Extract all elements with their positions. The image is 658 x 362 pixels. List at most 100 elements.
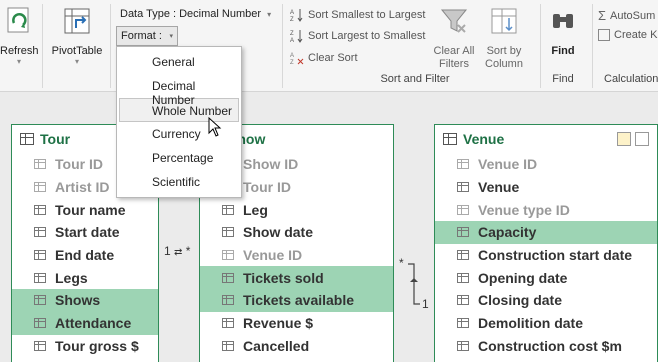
sort-descending-button[interactable]: ZA Sort Largest to Smallest (290, 29, 425, 43)
field-row[interactable]: Opening date (435, 266, 657, 289)
format-menu-item[interactable]: Scientific (117, 170, 241, 194)
field-label: Legs (55, 269, 88, 286)
field-label: Shows (55, 292, 101, 309)
field-row[interactable]: Closing date (435, 289, 657, 312)
field-row[interactable]: Construction start date (435, 244, 657, 267)
field-label: End date (55, 247, 115, 264)
sort-ascending-label: Sort Smallest to Largest (308, 9, 426, 21)
ribbon-separator (110, 4, 111, 88)
refresh-label: Refresh (0, 45, 39, 57)
ribbon-separator (592, 4, 593, 88)
field-row[interactable]: Tour name (12, 198, 158, 221)
field-row[interactable]: Venue ID (200, 244, 393, 267)
field-icon (34, 250, 46, 261)
format-menu-item[interactable]: Decimal Number (117, 74, 241, 107)
format-menu-item[interactable]: Percentage (117, 146, 241, 170)
field-list: Venue ID Venue Venue type ID Capacity Constr… (435, 153, 657, 357)
field-row[interactable]: Construction cost $m (435, 335, 657, 358)
kpi-icon (598, 29, 610, 41)
data-type-dropdown[interactable]: Data Type : Decimal Number ▾ (120, 8, 271, 20)
field-label: Tour name (55, 201, 126, 218)
field-row[interactable]: Revenue $ (200, 312, 393, 335)
autosum-label: AutoSum (610, 9, 656, 22)
pivottable-label: PivotTable (51, 45, 103, 57)
table-card-venue[interactable]: Venue Venue ID Venue Venue type ID Capacity… (434, 124, 658, 362)
svg-text:A: A (290, 53, 294, 59)
find-label: Find (551, 45, 575, 57)
field-label: Revenue $ (243, 315, 314, 332)
sort-by-column-button[interactable]: Sort by Column (480, 6, 528, 71)
create-kpi-button[interactable]: Create K (598, 29, 657, 41)
field-row[interactable]: Tickets sold (200, 266, 393, 290)
relationship-tour-show[interactable]: 1 ⇄ * (164, 244, 190, 258)
field-row[interactable]: Leg (200, 198, 393, 221)
field-icon (457, 227, 469, 238)
sigma-icon: Σ (598, 8, 607, 23)
create-kpi-label: Create K (614, 29, 658, 41)
field-row[interactable]: Capacity (435, 221, 657, 244)
pivottable-button[interactable]: PivotTable ▾ (48, 6, 106, 67)
field-label: Venue ID (478, 156, 538, 173)
svg-text:Z: Z (290, 31, 294, 37)
ribbon-separator (42, 4, 43, 88)
ribbon-separator (540, 4, 541, 88)
field-icon (222, 204, 234, 215)
field-icon (222, 227, 234, 238)
field-row[interactable]: End date (12, 244, 158, 267)
sort-descending-label: Sort Largest to Smallest (308, 30, 426, 42)
clear-all-filters-button[interactable]: Clear All Filters (430, 6, 478, 71)
field-row[interactable]: Attendance (12, 311, 158, 335)
svg-text:A: A (290, 38, 294, 43)
field-icon (457, 340, 469, 351)
field-row[interactable]: Start date (12, 221, 158, 244)
chevron-down-icon: ▾ (267, 10, 272, 19)
field-label: Tour ID (243, 179, 291, 196)
autosum-button[interactable]: Σ AutoSum (598, 8, 655, 23)
pivottable-icon (64, 8, 90, 34)
table-icon (20, 133, 34, 145)
field-row[interactable]: Demolition date (435, 312, 657, 335)
field-icon (457, 318, 469, 329)
binoculars-icon (553, 14, 573, 28)
field-label: Attendance (55, 315, 132, 332)
field-row[interactable]: Shows (12, 289, 158, 312)
svg-text:A: A (290, 10, 294, 16)
table-header[interactable]: Venue (435, 125, 657, 153)
format-menu-item[interactable]: Currency (117, 122, 241, 146)
ribbon-separator (282, 4, 283, 88)
field-row[interactable]: Venue ID (435, 153, 657, 176)
field-row[interactable]: Tour gross $ (12, 335, 158, 358)
field-label: Demolition date (478, 315, 584, 332)
table-title: Venue (463, 131, 505, 147)
field-row[interactable]: Legs (12, 266, 158, 289)
svg-text:Z: Z (290, 60, 294, 65)
field-row[interactable]: Cancelled (200, 335, 393, 358)
relationship-many-label: * (185, 244, 191, 258)
sort-ascending-icon: AZ (290, 9, 303, 22)
format-menu-item[interactable]: General (117, 50, 241, 74)
field-icon (34, 272, 46, 283)
field-label: Start date (55, 224, 120, 241)
field-row[interactable]: Venue (435, 176, 657, 199)
field-icon (34, 340, 46, 351)
field-row[interactable]: Tickets available (200, 289, 393, 312)
field-row[interactable]: Show date (200, 221, 393, 244)
diagram-canvas[interactable]: Tour Tour ID Artist ID Tour name Start date… (0, 92, 658, 362)
field-icon (457, 182, 469, 193)
refresh-button[interactable]: Refresh ▾ (0, 6, 39, 67)
chevron-down-icon: ▾ (74, 57, 79, 66)
field-icon (222, 250, 234, 261)
field-icon (222, 318, 234, 329)
field-label: Closing date (478, 292, 563, 309)
maximize-icon[interactable] (635, 132, 649, 146)
format-dropdown[interactable]: Format : ▾ (116, 26, 178, 46)
find-button[interactable]: Find (546, 6, 580, 57)
field-icon (34, 318, 46, 329)
field-row[interactable]: Venue type ID (435, 198, 657, 221)
clear-sort-button[interactable]: AZ Clear Sort (290, 51, 358, 65)
chevron-down-icon: ▾ (16, 57, 21, 66)
table-view-toggle-icon[interactable] (617, 132, 631, 146)
sort-ascending-button[interactable]: AZ Sort Smallest to Largest (290, 8, 425, 22)
sort-descending-icon: ZA (290, 30, 303, 43)
field-icon (222, 340, 234, 351)
